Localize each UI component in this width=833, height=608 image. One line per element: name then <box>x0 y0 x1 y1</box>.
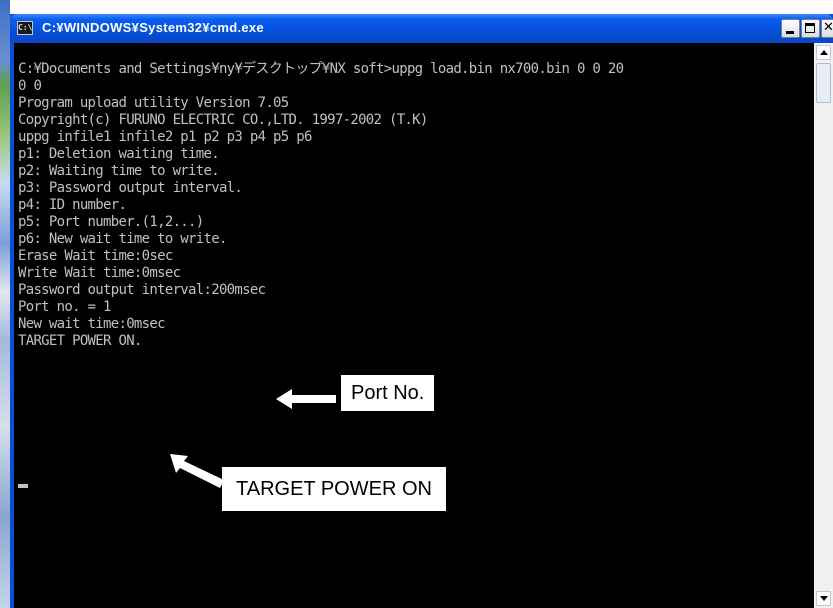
console-icon[interactable]: C:\ <box>17 21 33 35</box>
close-button[interactable] <box>821 19 833 38</box>
console-line: Password output interval:200msec <box>18 282 266 298</box>
console-line: Erase Wait time:0sec <box>18 248 173 264</box>
console-line: p3: Password output interval. <box>18 180 243 196</box>
console-line: 0 0 <box>18 78 42 94</box>
text-cursor <box>18 484 28 488</box>
console-line: C:¥Documents and Settings¥ny¥デスクトップ¥NX s… <box>18 61 624 77</box>
console-line: TARGET POWER ON. <box>18 333 142 349</box>
console-line: Copyright(c) FURUNO ELECTRIC CO.,LTD. 19… <box>18 112 428 128</box>
title-bar[interactable]: C:\ C:¥WINDOWS¥System32¥cmd.exe <box>10 14 833 43</box>
scroll-up-arrow-icon[interactable] <box>816 45 831 60</box>
console-line: p5: Port number.(1,2...) <box>18 214 204 230</box>
window-title: C:¥WINDOWS¥System32¥cmd.exe <box>42 20 264 35</box>
console-line: p1: Deletion waiting time. <box>18 146 220 162</box>
cmd-window: C:\ C:¥WINDOWS¥System32¥cmd.exe C:¥Docum… <box>10 14 833 608</box>
vertical-scrollbar[interactable] <box>814 43 833 608</box>
scrollbar-thumb[interactable] <box>816 63 831 103</box>
console-line: New wait time:0msec <box>18 316 166 332</box>
port-no-arrow-icon <box>276 389 336 409</box>
target-power-on-callout: TARGET POWER ON <box>222 467 446 511</box>
console-line: Program upload utility Version 7.05 <box>18 95 289 111</box>
port-no-callout: Port No. <box>341 375 435 411</box>
target-power-on-arrow-icon <box>170 454 224 488</box>
console-line: p4: ID number. <box>18 197 127 213</box>
console-output[interactable]: C:¥Documents and Settings¥ny¥デスクトップ¥NX s… <box>14 43 814 608</box>
desktop-background <box>0 0 10 608</box>
minimize-button[interactable] <box>781 19 800 38</box>
console-line: p2: Waiting time to write. <box>18 163 220 179</box>
scroll-down-arrow-icon[interactable] <box>816 591 831 606</box>
console-line: Port no. = 1 <box>18 299 111 315</box>
console-line: p6: New wait time to write. <box>18 231 227 247</box>
console-line: uppg infile1 infile2 p1 p2 p3 p4 p5 p6 <box>18 129 312 145</box>
maximize-button[interactable] <box>801 19 820 38</box>
console-line: Write Wait time:0msec <box>18 265 181 281</box>
